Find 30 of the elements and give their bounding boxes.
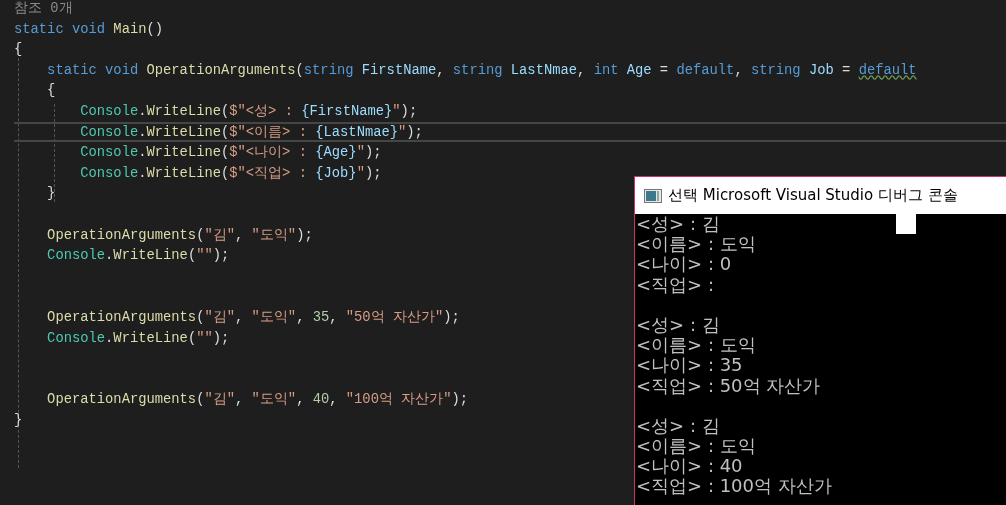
- console-output-line: <이름> : 도익: [636, 435, 756, 457]
- console-output-line: <나이> : 40: [636, 455, 743, 477]
- code-line: Console.WriteLine("");: [46, 330, 230, 346]
- code-line: OperationArguments("김", "도익", 35, "50억 자산가");: [46, 309, 460, 325]
- code-line: Console.WriteLine($"<성> : {FirstName}");: [79, 103, 418, 119]
- console-output-line: <이름> : 도익: [636, 233, 756, 255]
- code-line: Console.WriteLine("");: [46, 248, 230, 264]
- console-app-icon: [644, 188, 662, 203]
- code-line: static void OperationArguments(string FirstName, string LastNmae, int Age = default, string Job = default: [46, 62, 917, 78]
- code-line: }: [46, 186, 56, 202]
- console-output-line: <직업> : 50억 자산가: [636, 374, 821, 396]
- code-line: }: [14, 412, 23, 428]
- console-output-line: <나이> : 35: [636, 354, 743, 376]
- code-line: Console.WriteLine($"<나이> : {Age}");: [79, 145, 382, 161]
- console-output-line: <성> : 김: [636, 313, 720, 335]
- code-line: {: [46, 83, 56, 99]
- console-output-line: <직업> :: [636, 273, 714, 295]
- code-line: Console.WriteLine($"<직업> : {Job}");: [79, 165, 382, 181]
- code-line: Console.WriteLine($"<이름> : {LastNmae}");: [79, 124, 423, 140]
- console-output-line: <나이> : 0: [636, 253, 732, 275]
- console-title: 선택 Microsoft Visual Studio 디버그 콘솔: [668, 185, 958, 207]
- code-line: static void Main(): [14, 21, 164, 37]
- code-line: OperationArguments("김", "도익", 40, "100억 자산가");: [46, 392, 469, 408]
- code-line: OperationArguments("김", "도익");: [46, 227, 313, 243]
- console-output-line: <성> : 김: [636, 414, 720, 436]
- console-output-line: <직업> : 100억 자산가: [636, 475, 832, 497]
- code-line: {: [14, 42, 23, 58]
- console-output-line: <성> : 김: [636, 213, 720, 234]
- console-output-line: <이름> : 도익: [636, 334, 756, 356]
- code-line: 참조 0개: [14, 1, 73, 16]
